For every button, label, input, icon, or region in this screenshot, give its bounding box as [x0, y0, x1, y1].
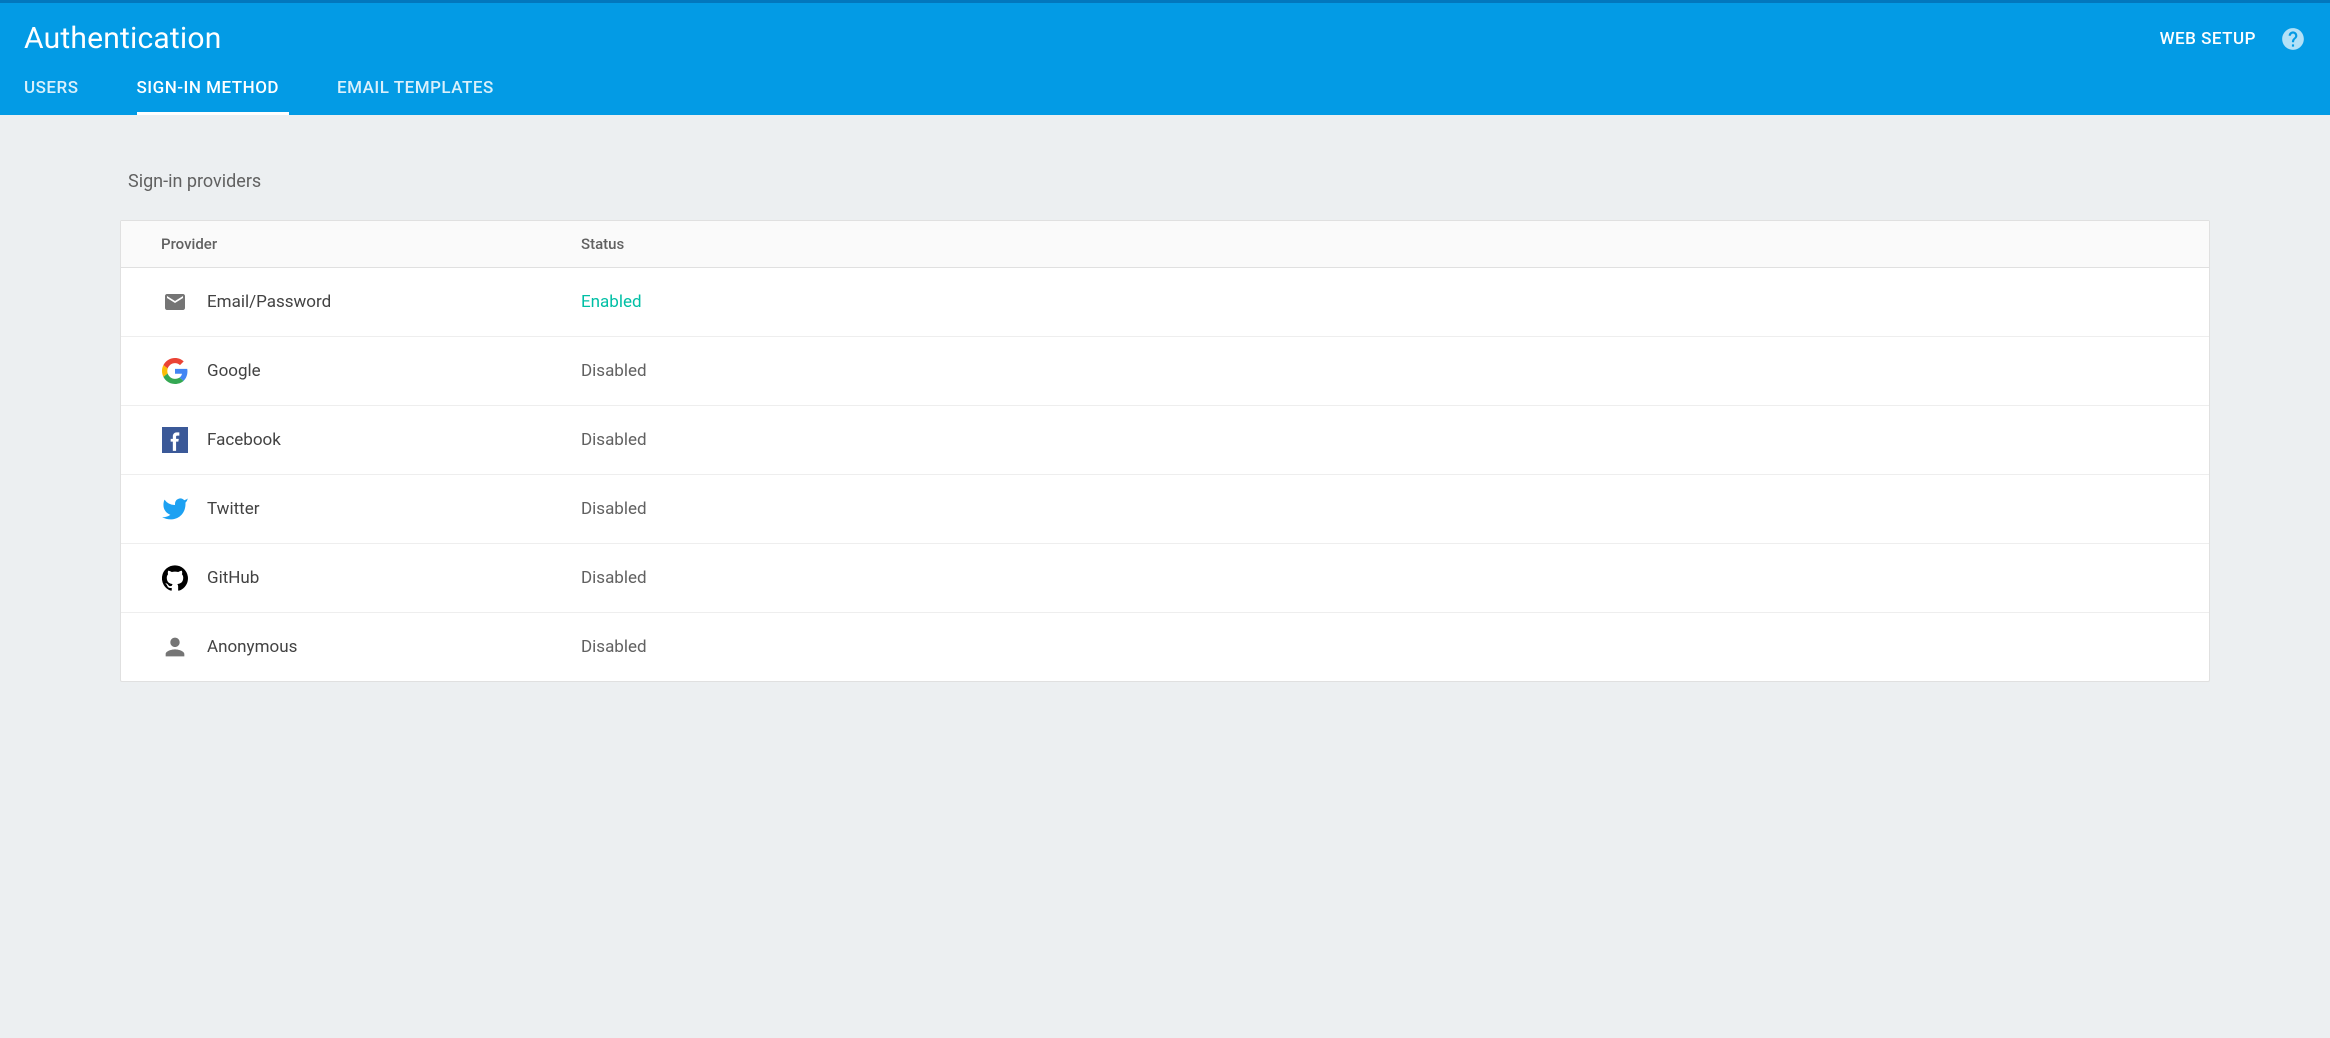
provider-cell: GitHub: [161, 564, 581, 592]
github-icon: [161, 564, 189, 592]
section-title: Sign-in providers: [120, 171, 2210, 192]
google-icon: [161, 357, 189, 385]
provider-name: GitHub: [207, 568, 259, 588]
page-title: Authentication: [24, 21, 221, 56]
provider-cell: Twitter: [161, 495, 581, 523]
help-icon[interactable]: [2280, 26, 2306, 52]
provider-cell: Facebook: [161, 426, 581, 454]
provider-status: Disabled: [581, 430, 647, 450]
provider-row-google[interactable]: Google Disabled: [121, 337, 2209, 406]
content: Sign-in providers Provider Status Email/…: [0, 115, 2330, 738]
tab-users[interactable]: USERS: [24, 64, 89, 115]
provider-name: Twitter: [207, 499, 259, 519]
tab-email-templates[interactable]: EMAIL TEMPLATES: [337, 64, 504, 115]
provider-row-github[interactable]: GitHub Disabled: [121, 544, 2209, 613]
provider-name: Google: [207, 361, 261, 381]
provider-cell: Anonymous: [161, 633, 581, 661]
provider-cell: Email/Password: [161, 288, 581, 316]
twitter-icon: [161, 495, 189, 523]
provider-row-twitter[interactable]: Twitter Disabled: [121, 475, 2209, 544]
facebook-icon: [161, 426, 189, 454]
table-header: Provider Status: [121, 221, 2209, 268]
provider-status: Enabled: [581, 292, 642, 312]
email-icon: [161, 288, 189, 316]
provider-status: Disabled: [581, 568, 647, 588]
provider-status: Disabled: [581, 361, 647, 381]
tab-sign-in-method[interactable]: SIGN-IN METHOD: [137, 64, 290, 115]
provider-name: Facebook: [207, 430, 281, 450]
header-actions: WEB SETUP: [2160, 26, 2306, 52]
provider-cell: Google: [161, 357, 581, 385]
header: Authentication WEB SETUP USERS SIGN-IN M…: [0, 0, 2330, 115]
column-header-provider: Provider: [161, 235, 581, 253]
column-header-status: Status: [581, 235, 624, 253]
anonymous-icon: [161, 633, 189, 661]
web-setup-button[interactable]: WEB SETUP: [2160, 29, 2256, 49]
providers-card: Provider Status Email/Password Enabled: [120, 220, 2210, 682]
provider-row-anonymous[interactable]: Anonymous Disabled: [121, 613, 2209, 681]
provider-row-email[interactable]: Email/Password Enabled: [121, 268, 2209, 337]
provider-status: Disabled: [581, 637, 647, 657]
header-top: Authentication WEB SETUP: [0, 3, 2330, 64]
provider-name: Email/Password: [207, 292, 331, 312]
tabs: USERS SIGN-IN METHOD EMAIL TEMPLATES: [0, 64, 2330, 115]
provider-status: Disabled: [581, 499, 647, 519]
provider-row-facebook[interactable]: Facebook Disabled: [121, 406, 2209, 475]
provider-name: Anonymous: [207, 637, 297, 657]
